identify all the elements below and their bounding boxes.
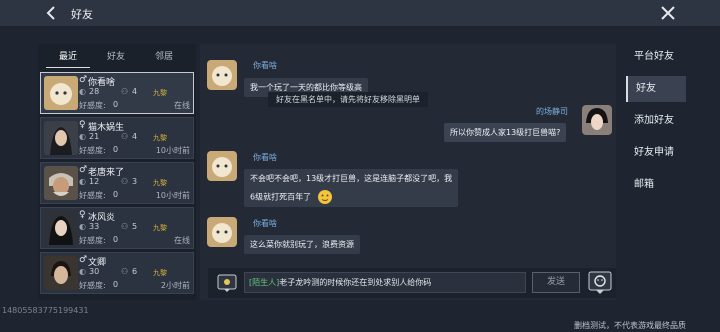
- favor-label: 好感度:: [79, 101, 106, 110]
- sender-name: 的场静司: [536, 107, 568, 116]
- friend-level: 21: [89, 132, 100, 141]
- voice-icon[interactable]: [216, 272, 238, 294]
- gender-icon: ♂: [79, 75, 88, 85]
- system-notice: 好友在黑名单中，请先将好友移除黑明单: [268, 92, 428, 107]
- back-arrow-icon[interactable]: [43, 4, 61, 22]
- team-icon: ⚇: [121, 177, 129, 186]
- chat-input[interactable]: [陌生人]老子龙吟测的时候你还在到处求别人给你码: [244, 272, 526, 293]
- tab-neighbors[interactable]: 邻居: [142, 46, 186, 68]
- friend-level: 28: [89, 87, 100, 96]
- emoji-icon: [317, 190, 332, 204]
- favor-label: 好感度:: [79, 191, 106, 200]
- level-icon: ◐: [79, 222, 86, 231]
- message-line: 不会吧不会吧，13级才打巨兽，这是连脑子都没了吧，我: [250, 174, 453, 183]
- menu-platform-friends[interactable]: 平台好友: [626, 44, 686, 70]
- message-bubble: 这么菜你就别玩了，浪费资源: [244, 235, 360, 254]
- team-icon: ⚇: [121, 267, 129, 276]
- faction-badge: 九黎: [153, 269, 167, 277]
- favor-label: 好感度:: [79, 236, 106, 245]
- gender-icon: ♀: [79, 210, 86, 220]
- friend-row[interactable]: ♂ 老唐来了 ◐ 12 ⚇ 3 九黎 好感度: 0 10小时前: [40, 162, 194, 204]
- faction-badge: 九黎: [153, 179, 167, 187]
- friend-row[interactable]: ♂ 你看啥 ◐ 28 ⚇ 4 九黎 好感度: 0 在线: [40, 72, 194, 114]
- friend-row[interactable]: ♀ 冰风炎 ◐ 33 ⚇ 5 九黎 好感度: 0 在线: [40, 207, 194, 249]
- chat-panel[interactable]: 你看啥 我一个玩了一天的都比你等级高 好友在黑名单中，请先将好友移除黑明单 的场…: [200, 44, 616, 300]
- page-title: 好友: [71, 8, 93, 21]
- team-icon: ⚇: [121, 87, 129, 96]
- gender-icon: ♂: [79, 255, 88, 265]
- sender-name: 你看啥: [253, 153, 277, 162]
- message-bubble: 所以你赞成人家13级打巨兽喵?: [444, 123, 567, 142]
- online-status: 在线: [174, 236, 190, 245]
- input-text: 老子龙吟测的时候你还在到处求别人给你码: [279, 278, 432, 287]
- favor-value: 0: [113, 145, 119, 154]
- avatar: [44, 211, 78, 245]
- friend-team-count: 6: [132, 267, 138, 276]
- online-status: 在线: [174, 101, 190, 110]
- avatar[interactable]: [207, 60, 237, 90]
- gender-icon: ♀: [79, 120, 86, 130]
- test-disclaimer: 删档测试，不代表游戏最终品质: [574, 321, 686, 330]
- favor-label: 好感度:: [79, 281, 106, 290]
- avatar: [44, 256, 78, 290]
- stranger-tag: [陌生人]: [249, 278, 280, 287]
- level-icon: ◐: [79, 132, 86, 141]
- favor-label: 好感度:: [79, 146, 106, 155]
- friend-team-count: 5: [132, 222, 138, 231]
- level-icon: ◐: [79, 87, 86, 96]
- avatar: [44, 121, 78, 155]
- level-icon: ◐: [79, 177, 86, 186]
- avatar: [44, 76, 78, 110]
- favor-value: 0: [113, 235, 119, 244]
- menu-add-friend[interactable]: 添加好友: [626, 108, 686, 134]
- menu-friend-requests[interactable]: 好友申请: [626, 140, 686, 166]
- tab-recent[interactable]: 最近: [46, 46, 90, 68]
- top-bar: 好友: [0, 0, 720, 26]
- friend-list-panel: 最近 好友 邻居 ♂ 你看啥 ◐ 28 ⚇ 4 九黎 好感度: 0 在线 ♀ 猫…: [38, 44, 196, 300]
- friend-tabs: 最近 好友 邻居: [38, 46, 196, 70]
- faction-badge: 九黎: [153, 134, 167, 142]
- online-status: 10小时前: [155, 191, 190, 200]
- close-icon[interactable]: [658, 3, 678, 23]
- send-button[interactable]: 发送: [532, 272, 580, 293]
- chat-input-bar: [陌生人]老子龙吟测的时候你还在到处求别人给你码 发送: [208, 268, 616, 298]
- right-menu: 平台好友 好友 添加好友 好友申请 邮箱: [622, 44, 688, 204]
- menu-mailbox[interactable]: 邮箱: [626, 172, 686, 198]
- team-icon: ⚇: [121, 222, 129, 231]
- faction-badge: 九黎: [153, 224, 167, 232]
- player-id: 14805583775199431: [2, 306, 89, 315]
- avatar[interactable]: [207, 217, 237, 247]
- team-icon: ⚇: [121, 132, 129, 141]
- message-bubble: 不会吧不会吧，13级才打巨兽，这是连脑子都没了吧，我 6级就打死百年了: [244, 169, 459, 207]
- avatar: [44, 166, 78, 200]
- friend-level: 30: [89, 267, 100, 276]
- friend-level: 33: [89, 222, 100, 231]
- online-status: 10小时前: [155, 146, 190, 155]
- favor-value: 0: [113, 100, 119, 109]
- menu-friends[interactable]: 好友: [626, 76, 686, 102]
- tab-friends[interactable]: 好友: [94, 46, 138, 68]
- sender-name: 你看啥: [253, 61, 277, 70]
- friend-team-count: 4: [132, 87, 138, 96]
- friend-team-count: 4: [132, 132, 138, 141]
- friend-level: 12: [89, 177, 100, 186]
- favor-value: 0: [113, 280, 119, 289]
- friend-team-count: 3: [132, 177, 138, 186]
- emoji-icon[interactable]: [588, 271, 612, 295]
- message-line: 6级就打死百年了: [250, 192, 312, 202]
- friend-row[interactable]: ♂ 文卿 ◐ 30 ⚇ 6 九黎 好感度: 0 2小时前: [40, 252, 194, 294]
- level-icon: ◐: [79, 267, 86, 276]
- online-status: 2小时前: [160, 281, 190, 290]
- sender-name: 你看啥: [253, 219, 277, 228]
- faction-badge: 九黎: [153, 89, 167, 97]
- avatar[interactable]: [207, 151, 237, 181]
- gender-icon: ♂: [79, 165, 88, 175]
- message-line-2: 6级就打死百年了: [250, 189, 452, 205]
- favor-value: 0: [113, 190, 119, 199]
- avatar[interactable]: [582, 105, 612, 135]
- friend-row[interactable]: ♀ 猫木娲生 ◐ 21 ⚇ 4 九黎 好感度: 0 10小时前: [40, 117, 194, 159]
